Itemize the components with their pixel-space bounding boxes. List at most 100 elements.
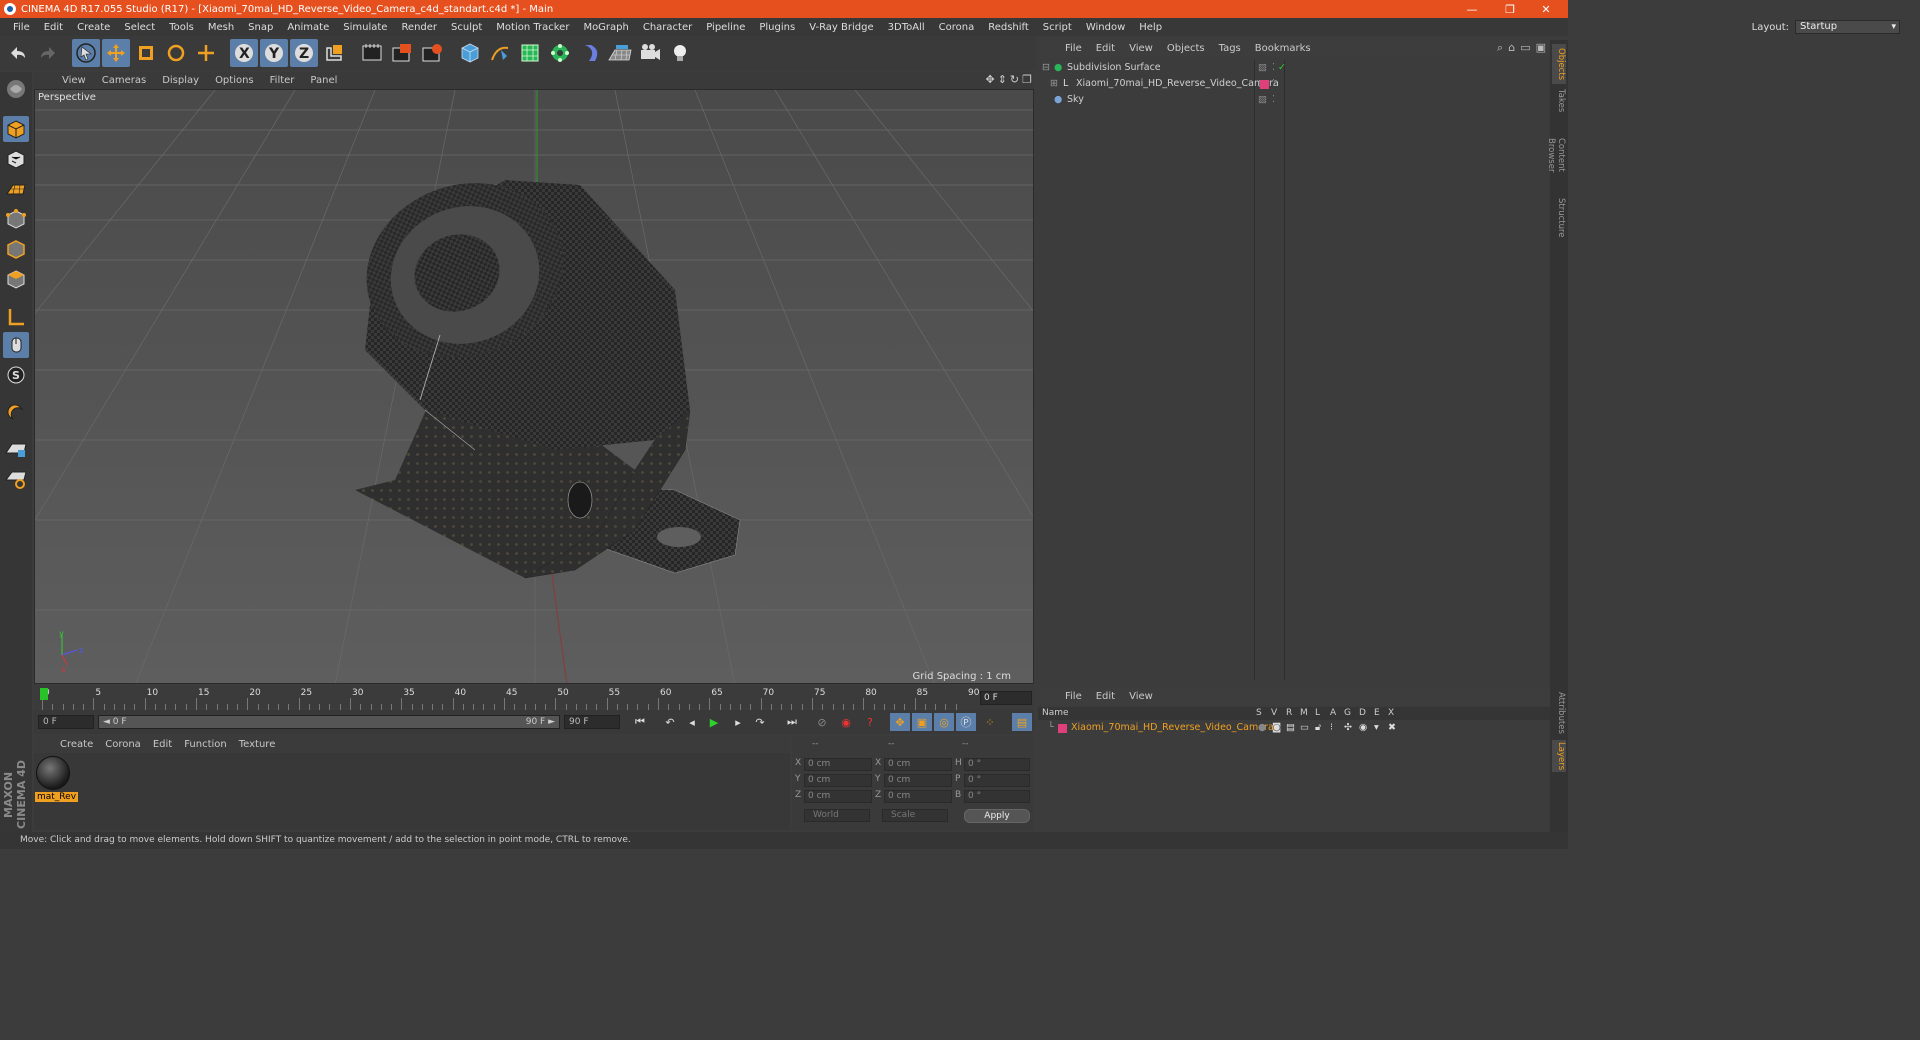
search-icon[interactable]: ⌕: [1497, 41, 1503, 55]
viewport-menu-display[interactable]: Display: [154, 75, 207, 86]
material-menu-create[interactable]: Create: [54, 739, 99, 750]
menu-character[interactable]: Character: [636, 22, 699, 33]
rotation-b-field[interactable]: 0 °: [964, 790, 1030, 803]
generators-toggle-icon[interactable]: ✣: [1344, 720, 1352, 736]
layer-menu-edit[interactable]: Edit: [1089, 691, 1122, 702]
viewport-menu-options[interactable]: Options: [207, 75, 262, 86]
timeline-ruler[interactable]: 051015202530354045505560657075808590 0 F: [34, 686, 1034, 710]
key-rotation-icon[interactable]: ◎: [934, 713, 954, 731]
new-window-icon[interactable]: ▭: [1520, 41, 1530, 55]
viewport-menu-view[interactable]: View: [54, 75, 94, 86]
menu-create[interactable]: Create: [70, 22, 117, 33]
menu-window[interactable]: Window: [1079, 22, 1132, 33]
menu-vray-bridge[interactable]: V-Ray Bridge: [802, 22, 880, 33]
autokey-icon[interactable]: ◉: [836, 713, 856, 731]
scale-icon[interactable]: [132, 39, 160, 67]
key-help-icon[interactable]: ?: [860, 713, 880, 731]
x-axis-icon[interactable]: X: [230, 39, 258, 67]
viewport-menu-panel[interactable]: Panel: [302, 75, 345, 86]
menu-file[interactable]: File: [6, 22, 37, 33]
menu-select[interactable]: Select: [117, 22, 162, 33]
axis-mode-icon[interactable]: [3, 304, 29, 330]
key-position-icon[interactable]: ✥: [890, 713, 910, 731]
menu-help[interactable]: Help: [1132, 22, 1169, 33]
material-menu-edit[interactable]: Edit: [147, 739, 178, 750]
subdivision-icon[interactable]: [516, 39, 544, 67]
layout-dropdown[interactable]: Startup: [1795, 20, 1900, 34]
render-toggle-icon[interactable]: ▤: [1286, 720, 1295, 736]
layer-row[interactable]: └ Xiaomi_70mai_HD_Reverse_Video_Camera ●…: [1038, 720, 1550, 736]
menu-tools[interactable]: Tools: [162, 22, 201, 33]
lock-toggle-icon[interactable]: 🔓︎: [1315, 720, 1321, 736]
polygons-mode-icon[interactable]: [3, 266, 29, 292]
menu-edit[interactable]: Edit: [37, 22, 70, 33]
select-arrow-icon[interactable]: [72, 39, 100, 67]
play-icon[interactable]: ▶: [704, 713, 724, 731]
end-frame-field[interactable]: 90 F: [564, 715, 620, 729]
range-slider[interactable]: ◄ 0 F 90 F ►: [98, 715, 560, 729]
maximize-view-icon[interactable]: ❐: [1022, 73, 1032, 86]
make-editable-icon[interactable]: [3, 76, 29, 102]
texture-mode-icon[interactable]: [3, 146, 29, 172]
y-axis-icon[interactable]: Y: [260, 39, 288, 67]
tab-attributes[interactable]: Attributes: [1552, 690, 1566, 736]
tab-layers[interactable]: Layers: [1552, 740, 1566, 772]
enabled-check-icon[interactable]: ✓: [1278, 60, 1286, 76]
material-thumbnail[interactable]: [36, 756, 70, 790]
key-param-icon[interactable]: Ⓟ: [956, 713, 976, 731]
edges-mode-icon[interactable]: [3, 236, 29, 262]
transform-icon[interactable]: [192, 39, 220, 67]
prev-key-icon[interactable]: ↶: [660, 713, 680, 731]
layer-menu-file[interactable]: File: [1058, 691, 1089, 702]
layer-color-swatch[interactable]: [1058, 724, 1067, 733]
redo-icon[interactable]: [34, 39, 62, 67]
size-z-field[interactable]: 0 cm: [884, 790, 952, 803]
pen-spline-icon[interactable]: [486, 39, 514, 67]
goto-end-icon[interactable]: ⏭: [782, 713, 802, 731]
current-frame-field[interactable]: 0 F: [980, 691, 1032, 705]
material-name[interactable]: mat_Rev: [35, 792, 79, 802]
manager-toggle-icon[interactable]: ▭: [1300, 720, 1309, 736]
render-dot-icon[interactable]: ⁚: [1272, 76, 1275, 92]
timeline-window-icon[interactable]: ▤: [1012, 713, 1032, 731]
close-icon[interactable]: ✕: [1528, 0, 1564, 18]
goto-start-icon[interactable]: ⏮: [630, 713, 650, 731]
key-scale-icon[interactable]: ▣: [912, 713, 932, 731]
menu-motion-tracker[interactable]: Motion Tracker: [489, 22, 576, 33]
position-y-field[interactable]: 0 cm: [804, 774, 872, 787]
deformers-toggle-icon[interactable]: ◉: [1359, 720, 1367, 736]
deformer-icon[interactable]: [576, 39, 604, 67]
tree-toggle-icon[interactable]: ⊞: [1050, 76, 1058, 92]
object-row[interactable]: ⊟ ● Subdivision Surface ▨ ⁚ ✓: [1038, 60, 1550, 76]
tab-content-browser[interactable]: Content Browser: [1546, 120, 1566, 190]
coordinate-system-icon[interactable]: [320, 39, 348, 67]
material-menu-texture[interactable]: Texture: [233, 739, 282, 750]
undo-icon[interactable]: [4, 39, 32, 67]
render-picture-viewer-icon[interactable]: [388, 39, 416, 67]
light-icon[interactable]: [666, 39, 694, 67]
coord-type-dropdown[interactable]: Scale: [882, 809, 948, 822]
viewport-menu-cameras[interactable]: Cameras: [94, 75, 154, 86]
timeline-playhead[interactable]: [40, 688, 48, 700]
locked-workplane-icon[interactable]: [3, 436, 29, 462]
tree-toggle-icon[interactable]: ⊟: [1042, 60, 1050, 76]
minimize-icon[interactable]: —: [1454, 0, 1490, 18]
render-dot-icon[interactable]: ⁚: [1272, 60, 1275, 76]
collapse-panel-icon[interactable]: ▣: [1536, 41, 1546, 55]
visibility-toggle-icon[interactable]: ▨: [1258, 92, 1267, 108]
tab-objects[interactable]: Objects: [1552, 44, 1566, 84]
menu-corona[interactable]: Corona: [932, 22, 982, 33]
menu-3dtoall[interactable]: 3DToAll: [881, 22, 932, 33]
workplane-icon[interactable]: [3, 176, 29, 202]
perspective-viewport[interactable]: y z x Perspective Grid Spacing : 1 cm: [34, 89, 1034, 684]
menu-pipeline[interactable]: Pipeline: [699, 22, 752, 33]
magnet-icon[interactable]: [3, 400, 29, 426]
object-row[interactable]: ● Sky ▨ ⁚: [1038, 92, 1550, 108]
render-settings-icon[interactable]: [418, 39, 446, 67]
array-icon[interactable]: [546, 39, 574, 67]
render-view-icon[interactable]: [358, 39, 386, 67]
home-icon[interactable]: ⌂: [1508, 41, 1515, 55]
menu-mesh[interactable]: Mesh: [201, 22, 241, 33]
xref-toggle-icon[interactable]: ✖: [1388, 720, 1396, 736]
tab-takes[interactable]: Takes: [1552, 86, 1566, 116]
